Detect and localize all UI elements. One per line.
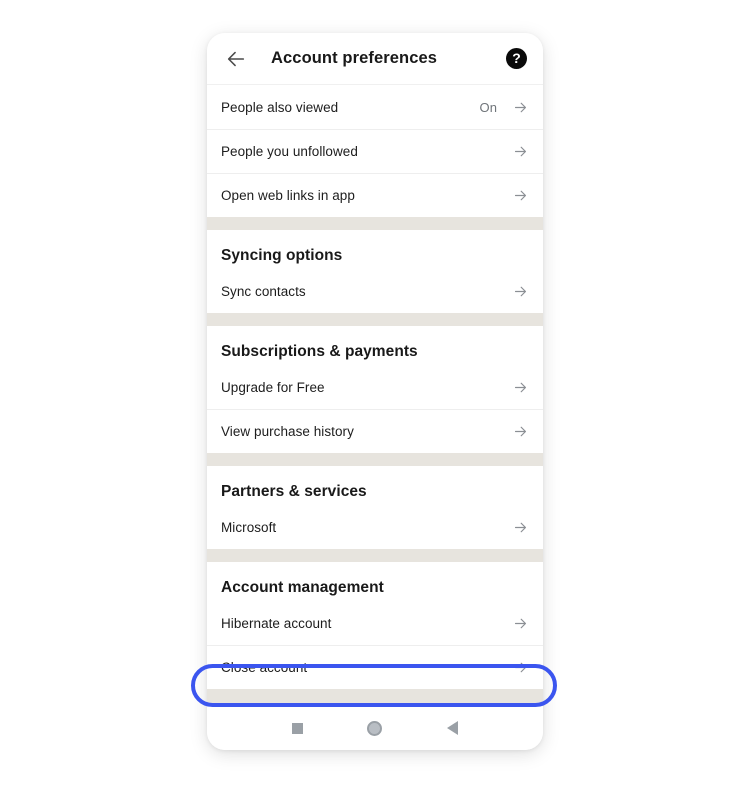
settings-row-label: View purchase history [221, 424, 354, 439]
section-title: Account management [221, 579, 384, 596]
arrow-right-icon [511, 518, 529, 536]
arrow-right-icon [511, 659, 529, 677]
arrow-right-icon [511, 143, 529, 161]
circle-home-icon[interactable] [362, 715, 388, 741]
settings-row[interactable]: People you unfollowed [207, 129, 543, 173]
square-recents-icon[interactable] [285, 715, 311, 741]
help-circle-icon[interactable]: ? [506, 48, 527, 69]
section-title: Partners & services [221, 483, 367, 500]
settings-row-label: People also viewed [221, 99, 339, 115]
section-divider [207, 217, 543, 230]
settings-row[interactable]: Upgrade for Free [207, 365, 543, 409]
phone-frame: Account preferences ? People also viewed… [207, 33, 543, 750]
arrow-right-icon [511, 614, 529, 632]
settings-row-value: On [479, 99, 497, 115]
settings-row[interactable]: Hibernate account [207, 601, 543, 645]
section-title: Subscriptions & payments [221, 343, 418, 360]
settings-row[interactable]: Microsoft [207, 505, 543, 549]
arrow-right-icon [511, 282, 529, 300]
screenshot-root: Account preferences ? People also viewed… [0, 0, 750, 800]
triangle-back-icon[interactable] [439, 715, 465, 741]
square-recents-glyph [292, 722, 304, 734]
section-divider [207, 453, 543, 466]
triangle-back-glyph [446, 721, 458, 735]
section-divider [207, 549, 543, 562]
app-bar: Account preferences ? [207, 33, 543, 85]
circle-home-glyph [367, 720, 383, 736]
settings-row-label: Hibernate account [221, 615, 332, 631]
settings-row[interactable]: Close account [207, 645, 543, 689]
section-title: Syncing options [221, 247, 343, 264]
settings-row[interactable]: Sync contacts [207, 269, 543, 313]
android-nav-bar [207, 706, 543, 750]
settings-list[interactable]: People also viewed On People you unfollowe… [207, 85, 543, 706]
settings-row-label: Upgrade for Free [221, 379, 325, 395]
settings-row-label: Close account [221, 660, 308, 675]
arrow-left-icon[interactable] [223, 46, 249, 72]
settings-row[interactable]: Open web links in app [207, 173, 543, 217]
settings-row-label: People you unfollowed [221, 144, 358, 159]
settings-row-label: Sync contacts [221, 283, 306, 299]
settings-section: Subscriptions & payments Upgrade for Free… [207, 326, 543, 453]
settings-section: Partners & services Microsoft [207, 466, 543, 549]
settings-section: People also viewed On People you unfollowe… [207, 85, 543, 217]
settings-row[interactable]: View purchase history [207, 409, 543, 453]
settings-row-label: Microsoft [221, 519, 277, 535]
section-divider [207, 313, 543, 326]
page-title: Account preferences [271, 49, 438, 67]
arrow-right-icon [511, 423, 529, 441]
settings-row[interactable]: People also viewed On [207, 85, 543, 129]
arrow-right-icon [511, 98, 529, 116]
settings-section: Syncing options Sync contacts [207, 230, 543, 313]
arrow-right-icon [511, 187, 529, 205]
settings-row-label: Open web links in app [221, 188, 355, 203]
settings-section: Account management Hibernate account Close… [207, 562, 543, 689]
arrow-right-icon [511, 378, 529, 396]
